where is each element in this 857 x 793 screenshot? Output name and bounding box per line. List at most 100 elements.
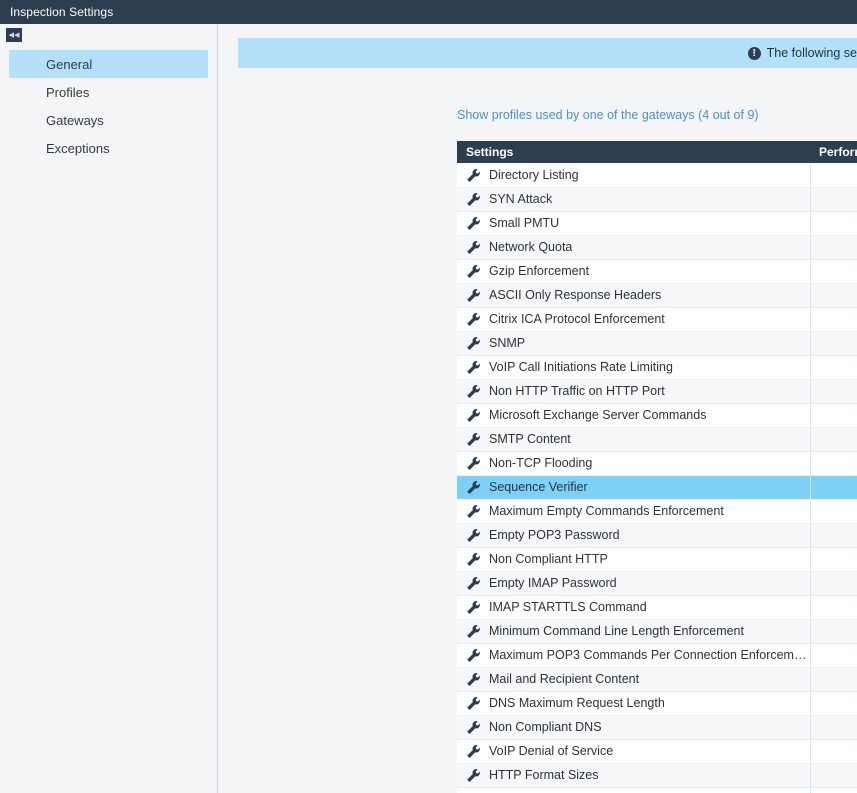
- cell-performance-impact: [810, 787, 857, 793]
- table-row[interactable]: Maximum Empty Commands EnforcementInacti…: [457, 499, 857, 523]
- table-row[interactable]: Non HTTP Traffic on HTTP PortInactive: [457, 379, 857, 403]
- info-banner: ! The following se: [238, 38, 857, 68]
- table-row[interactable]: SYN AttackInactive: [457, 187, 857, 211]
- setting-name: Maximum Empty Commands Enforcement: [489, 504, 724, 518]
- cell-performance-impact: [810, 331, 857, 355]
- cell-performance-impact: [810, 691, 857, 715]
- setting-name: SMTP Content: [489, 432, 571, 446]
- sidebar-item-label: Gateways: [46, 113, 104, 128]
- cell-performance-impact: [810, 571, 857, 595]
- table-row[interactable]: DNS Maximum Request LengthInactive: [457, 691, 857, 715]
- cell-performance-impact: [810, 595, 857, 619]
- cell-performance-impact: [810, 355, 857, 379]
- table-row[interactable]: Directory ListingInactive: [457, 163, 857, 187]
- table-row[interactable]: Empty POP3 UsernameInactive: [457, 787, 857, 793]
- sidebar-item-label: General: [46, 57, 92, 72]
- table-row[interactable]: VoIP Denial of ServiceN/A: [457, 739, 857, 763]
- sidebar-item-general[interactable]: General: [9, 50, 208, 78]
- table-row[interactable]: HTTP Format SizesInactive: [457, 763, 857, 787]
- collapse-sidebar-icon[interactable]: ◂◂: [6, 28, 22, 42]
- setting-name: SNMP: [489, 336, 525, 350]
- table-row[interactable]: Empty IMAP PasswordInactive: [457, 571, 857, 595]
- table-row[interactable]: Gzip EnforcementN/A: [457, 259, 857, 283]
- table-row[interactable]: Non Compliant DNSInactive: [457, 715, 857, 739]
- table-row[interactable]: Microsoft Exchange Server CommandsInacti…: [457, 403, 857, 427]
- cell-settings: Maximum POP3 Commands Per Connection Enf…: [457, 643, 810, 667]
- wrench-icon: [466, 336, 481, 350]
- table-row[interactable]: Maximum POP3 Commands Per Connection Enf…: [457, 643, 857, 667]
- table-row[interactable]: Empty POP3 PasswordInactive: [457, 523, 857, 547]
- cell-performance-impact: [810, 499, 857, 523]
- table-row[interactable]: Mail and Recipient ContentN/A: [457, 667, 857, 691]
- show-profiles-link[interactable]: Show profiles used by one of the gateway…: [457, 108, 759, 122]
- wrench-icon: [466, 624, 481, 638]
- table-row[interactable]: IMAP STARTTLS CommandInactive: [457, 595, 857, 619]
- settings-table-head: Settings Performance Impact▾ Default Ins…: [457, 141, 857, 163]
- table-header-row: Settings Performance Impact▾ Default Ins…: [457, 141, 857, 163]
- column-header-performance-impact[interactable]: Performance Impact▾: [810, 141, 857, 163]
- cell-settings: VoIP Call Initiations Rate Limiting: [457, 355, 810, 379]
- cell-settings: Network Quota: [457, 235, 810, 259]
- exclamation-icon: !: [748, 47, 761, 60]
- table-row[interactable]: ASCII Only Response HeadersInactive: [457, 283, 857, 307]
- sidebar-item-profiles[interactable]: Profiles: [9, 78, 208, 106]
- wrench-icon: [466, 456, 481, 470]
- cell-performance-impact: [810, 379, 857, 403]
- cell-settings: Mail and Recipient Content: [457, 667, 810, 691]
- sidebar-item-label: Exceptions: [46, 141, 110, 156]
- cell-performance-impact: [810, 163, 857, 187]
- cell-settings: Non-TCP Flooding: [457, 451, 810, 475]
- setting-name: VoIP Denial of Service: [489, 744, 613, 758]
- wrench-icon: [466, 600, 481, 614]
- setting-name: Minimum Command Line Length Enforcement: [489, 624, 744, 638]
- table-row[interactable]: Non-TCP FloodingInactive: [457, 451, 857, 475]
- cell-settings: ASCII Only Response Headers: [457, 283, 810, 307]
- setting-name: Microsoft Exchange Server Commands: [489, 408, 706, 422]
- wrench-icon: [466, 576, 481, 590]
- cell-performance-impact: [810, 259, 857, 283]
- setting-name: Small PMTU: [489, 216, 559, 230]
- table-row[interactable]: SMTP ContentN/A: [457, 427, 857, 451]
- setting-name: Non Compliant HTTP: [489, 552, 608, 566]
- cell-settings: Minimum Command Line Length Enforcement: [457, 619, 810, 643]
- setting-name: Network Quota: [489, 240, 572, 254]
- cell-settings: IMAP STARTTLS Command: [457, 595, 810, 619]
- cell-performance-impact: [810, 427, 857, 451]
- setting-name: Directory Listing: [489, 168, 579, 182]
- cell-performance-impact: [810, 403, 857, 427]
- wrench-icon: [466, 216, 481, 230]
- sidebar-item-exceptions[interactable]: Exceptions: [9, 134, 208, 162]
- setting-name: Maximum POP3 Commands Per Connection Enf…: [489, 648, 810, 662]
- table-row[interactable]: VoIP Call Initiations Rate LimitingInact…: [457, 355, 857, 379]
- table-row[interactable]: Small PMTUInactive: [457, 211, 857, 235]
- wrench-icon: [466, 504, 481, 518]
- cell-settings: Gzip Enforcement: [457, 259, 810, 283]
- wrench-icon: [466, 648, 481, 662]
- setting-name: Gzip Enforcement: [489, 264, 589, 278]
- table-row[interactable]: Sequence VerifierInactive: [457, 475, 857, 499]
- wrench-icon: [466, 768, 481, 782]
- setting-name: DNS Maximum Request Length: [489, 696, 665, 710]
- cell-performance-impact: [810, 211, 857, 235]
- table-row[interactable]: Citrix ICA Protocol EnforcementInactive: [457, 307, 857, 331]
- cell-performance-impact: [810, 667, 857, 691]
- table-row[interactable]: Non Compliant HTTPInactive: [457, 547, 857, 571]
- table-row[interactable]: Network QuotaInactive: [457, 235, 857, 259]
- wrench-icon: [466, 744, 481, 758]
- info-banner-text: The following se: [767, 46, 857, 60]
- settings-table: Settings Performance Impact▾ Default Ins…: [457, 141, 857, 793]
- sidebar-item-gateways[interactable]: Gateways: [9, 106, 208, 134]
- column-header-settings[interactable]: Settings: [457, 141, 810, 163]
- cell-settings: Microsoft Exchange Server Commands: [457, 403, 810, 427]
- cell-settings: HTTP Format Sizes: [457, 763, 810, 787]
- wrench-icon: [466, 552, 481, 566]
- table-row[interactable]: SNMPInactive: [457, 331, 857, 355]
- cell-performance-impact: [810, 763, 857, 787]
- wrench-icon: [466, 720, 481, 734]
- cell-settings: Empty IMAP Password: [457, 571, 810, 595]
- cell-performance-impact: [810, 235, 857, 259]
- setting-name: HTTP Format Sizes: [489, 768, 599, 782]
- table-row[interactable]: Minimum Command Line Length EnforcementI…: [457, 619, 857, 643]
- setting-name: IMAP STARTTLS Command: [489, 600, 647, 614]
- wrench-icon: [466, 408, 481, 422]
